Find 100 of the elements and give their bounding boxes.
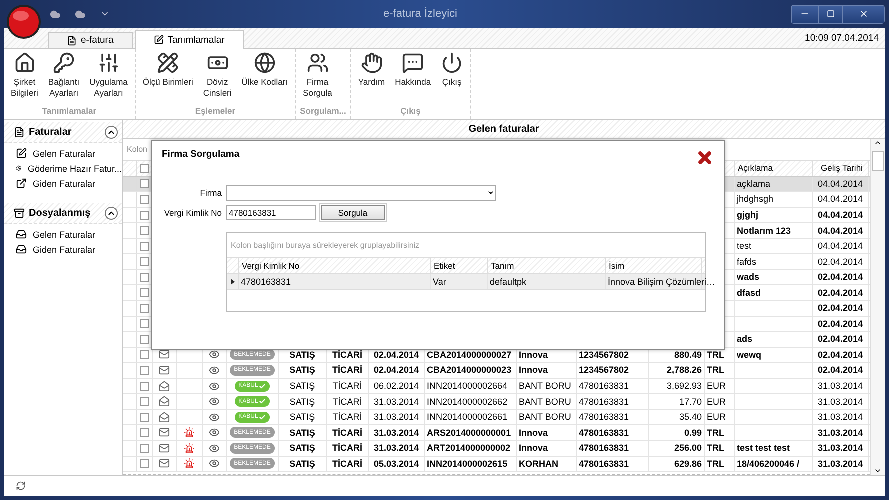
row-checkbox[interactable]: [140, 397, 149, 406]
eye-icon[interactable]: [209, 349, 220, 360]
table-cell: TRL: [707, 443, 724, 454]
maximize-button[interactable]: [818, 6, 842, 22]
table-cell: EUR: [707, 396, 726, 407]
cloud-icon[interactable]: [50, 8, 61, 20]
row-checkbox[interactable]: [140, 459, 149, 468]
ribbon-button[interactable]: Hakkında: [392, 49, 434, 106]
field-label: Vergi Kimlik No: [163, 208, 222, 218]
table-cell: 31.03.2014: [374, 412, 420, 422]
row-checkbox[interactable]: [140, 319, 149, 328]
scroll-up-icon[interactable]: [874, 139, 882, 147]
ribbon-button[interactable]: Ölçü Birimleri: [140, 49, 196, 106]
group-label: Sorgulam...: [300, 106, 346, 118]
row-checkbox[interactable]: [140, 288, 149, 298]
group-label: Eşlemeler: [194, 106, 237, 118]
query-button[interactable]: Sorgula: [321, 205, 385, 220]
table-cell: açklama: [737, 178, 771, 189]
cloud-icon[interactable]: [75, 8, 86, 20]
ribbon-button[interactable]: Çıkış: [438, 49, 466, 106]
sliders-icon: [98, 52, 120, 74]
dialog-title: Firma Sorgulama: [162, 149, 240, 160]
eye-icon[interactable]: [209, 458, 220, 470]
tax-number-field[interactable]: 4780163831: [226, 205, 316, 220]
document-icon: [67, 36, 77, 46]
row-checkbox[interactable]: [140, 242, 149, 251]
table-cell: 4780163831: [579, 443, 630, 454]
row-checkbox[interactable]: [140, 210, 149, 220]
table-cell: 31.03.2014: [818, 428, 864, 438]
ribbon-button[interactable]: Döviz Cinsleri: [200, 49, 235, 106]
ribbon-button[interactable]: Firma Sorgula: [300, 49, 336, 106]
eye-icon[interactable]: [209, 427, 220, 438]
sidebar-item[interactable]: Giden Faturalar: [4, 176, 122, 191]
ribbon-tab[interactable]: e-fatura: [48, 32, 133, 48]
row-checkbox[interactable]: [140, 350, 149, 360]
close-button[interactable]: [842, 6, 884, 22]
column-header[interactable]: Etiket: [431, 258, 488, 273]
column-header[interactable]: Açıklama: [735, 160, 813, 176]
table-cell: 02.04.2014: [818, 334, 864, 344]
envelope-icon: [159, 458, 170, 470]
table-cell: TİCARİ: [332, 443, 362, 454]
table-cell: TİCARİ: [332, 458, 362, 469]
table-cell: 1234567802: [579, 365, 630, 376]
refresh-icon[interactable]: [16, 481, 26, 491]
sidebar-item[interactable]: Göderime Hazır Fatur...: [4, 161, 122, 176]
table-cell: 31.03.2014: [374, 443, 420, 454]
row-checkbox[interactable]: [140, 304, 149, 313]
row-checkbox[interactable]: [140, 444, 149, 453]
ribbon-tab[interactable]: Tanımlamalar: [134, 30, 244, 49]
eye-icon[interactable]: [209, 396, 220, 408]
row-checkbox[interactable]: [140, 257, 149, 266]
maximize-icon: [826, 10, 834, 18]
archive-icon: [14, 208, 25, 218]
ribbon-button[interactable]: Bağlantı Ayarları: [45, 49, 83, 106]
open-envelope-icon: [159, 396, 170, 408]
table-cell: İnnova Bilişim Çözümleri…: [608, 276, 716, 286]
table-cell: 0.99: [684, 428, 702, 438]
scroll-thumb[interactable]: [872, 151, 884, 171]
column-header[interactable]: İsim: [606, 258, 702, 273]
collapse-button[interactable]: [105, 126, 118, 138]
sidebar-item[interactable]: Gelen Faturalar: [4, 146, 122, 161]
table-cell: 4780163831: [241, 276, 292, 286]
column-header[interactable]: Vergi Kimlik No: [239, 258, 431, 273]
row-checkbox[interactable]: [140, 272, 149, 282]
open-envelope-icon: [159, 380, 170, 392]
column-header[interactable]: Tanım: [488, 258, 606, 273]
collapse-button[interactable]: [105, 206, 118, 220]
table-cell: defaultpk: [490, 276, 527, 286]
people-icon: [306, 52, 329, 74]
row-checkbox[interactable]: [140, 226, 149, 236]
company-dropdown[interactable]: [226, 185, 496, 201]
row-checkbox[interactable]: [140, 366, 149, 375]
row-checkbox[interactable]: [140, 334, 149, 344]
table-cell: 05.03.2014: [374, 458, 420, 469]
eye-icon[interactable]: [209, 412, 220, 423]
scroll-down-icon[interactable]: [874, 467, 882, 475]
table-cell: 31.03.2014: [818, 443, 864, 454]
row-checkbox[interactable]: [140, 194, 149, 204]
document-icon: [14, 126, 25, 138]
ribbon-button[interactable]: Şirket Bilgileri: [8, 49, 42, 106]
row-checkbox[interactable]: [140, 382, 149, 391]
table-cell: 02.04.2014: [374, 350, 420, 360]
eye-icon[interactable]: [209, 364, 220, 376]
close-button[interactable]: [696, 149, 714, 167]
row-checkbox[interactable]: [140, 428, 149, 438]
power-icon: [441, 52, 464, 74]
row-checkbox[interactable]: [140, 412, 149, 422]
ribbon-button[interactable]: Yardım: [355, 49, 388, 106]
select-all-checkbox[interactable]: [140, 164, 149, 173]
sidebar-item[interactable]: Gelen Faturalar: [4, 227, 122, 242]
table-cell: INN2014000002664: [427, 381, 508, 392]
column-header[interactable]: Geliş Tarihi: [813, 160, 869, 176]
row-checkbox[interactable]: [140, 179, 149, 188]
scrollbar[interactable]: [870, 139, 885, 475]
sidebar-item[interactable]: Giden Faturalar: [4, 242, 122, 257]
table-cell: 04.04.2014: [818, 194, 864, 204]
eye-icon[interactable]: [209, 380, 220, 392]
ribbon-button[interactable]: Uygulama Ayarları: [86, 49, 131, 106]
eye-icon[interactable]: [209, 442, 220, 454]
ribbon-button[interactable]: Ülke Kodları: [238, 49, 292, 106]
